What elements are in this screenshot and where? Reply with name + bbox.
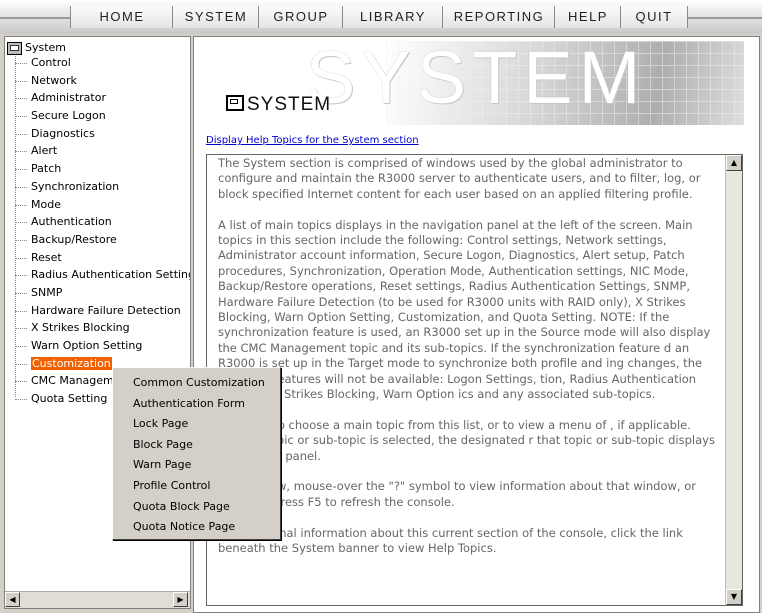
scroll-up-icon[interactable]: ▲: [726, 155, 742, 171]
menu-help[interactable]: HELP: [554, 6, 622, 28]
nav-item-label: Radius Authentication Setting: [31, 268, 191, 282]
context-menu-item-common-customization[interactable]: Common Customization: [113, 373, 280, 394]
description-paragraph: A list of main topics displays in the na…: [218, 217, 711, 402]
context-menu-list: Common Customization Authentication Form L…: [113, 368, 280, 538]
nav-item-patch[interactable]: Patch: [15, 160, 190, 178]
nav-item-label: Quota Setting: [31, 392, 108, 406]
nav-item-label: Backup/Restore: [31, 232, 117, 246]
description-textbox[interactable]: The System section is comprised of windo…: [206, 154, 743, 606]
nav-item-label: Synchronization: [31, 179, 120, 193]
menu-home[interactable]: HOME: [70, 6, 174, 28]
nav-item-authentication[interactable]: Authentication: [15, 213, 190, 231]
nav-item-backup-restore[interactable]: Backup/Restore: [15, 231, 190, 249]
scroll-left-icon[interactable]: ◀: [5, 592, 20, 607]
nav-item-label: Patch: [31, 162, 62, 176]
description-paragraph: any window, mouse-over the "?" symbol to…: [218, 479, 696, 509]
description-vertical-scrollbar[interactable]: ▲ ▼: [725, 155, 742, 605]
context-menu-item-quota-block-page[interactable]: Quota Block Page: [113, 497, 280, 518]
context-menu-item-warn-page[interactable]: Warn Page: [113, 455, 280, 476]
nav-item-administrator[interactable]: Administrator: [15, 89, 190, 107]
description-paragraph: The System section is comprised of windo…: [218, 156, 701, 201]
nav-item-x-strikes-blocking[interactable]: X Strikes Blocking: [15, 319, 190, 337]
nav-tree: Control Network Administrator Secure Logon D…: [15, 54, 191, 408]
scroll-down-icon[interactable]: ▼: [726, 589, 742, 605]
nav-root-label: System: [25, 41, 67, 54]
nav-item-label: Warn Option Setting: [31, 339, 143, 352]
system-banner: SYSTEM SYSTEM: [216, 41, 744, 125]
computer-icon: [7, 41, 22, 55]
nav-horizontal-scrollbar[interactable]: ◀ ▶: [5, 591, 190, 608]
nav-item-hardware-failure-detection[interactable]: Hardware Failure Detection: [15, 302, 190, 320]
nav-item-mode[interactable]: Mode: [15, 196, 190, 214]
nav-item-alert[interactable]: Alert: [15, 142, 190, 160]
nav-item-diagnostics[interactable]: Diagnostics: [15, 125, 190, 143]
description-paragraph: For additional information about this cu…: [218, 525, 683, 556]
menu-quit[interactable]: QUIT: [620, 6, 688, 28]
nav-item-label: Diagnostics: [31, 126, 95, 140]
context-menu-item-quota-notice-page[interactable]: Quota Notice Page: [113, 517, 280, 538]
computer-icon: [226, 95, 244, 111]
menu-group[interactable]: GROUP: [258, 6, 344, 28]
customization-context-menu: Common Customization Authentication Form L…: [112, 367, 281, 540]
nav-item-warn-option-setting[interactable]: Warn Option Setting: [15, 337, 190, 355]
description-paragraph: selection to choose a main topic from th…: [218, 417, 715, 463]
nav-item-label: Authentication: [31, 215, 112, 229]
help-topics-link[interactable]: Display Help Topics for the System secti…: [206, 135, 419, 146]
description-text: The System section is comprised of windo…: [218, 156, 718, 572]
nav-item-label: Secure Logon: [31, 109, 106, 123]
nav-item-label: Reset: [31, 250, 62, 264]
scroll-right-icon[interactable]: ▶: [173, 592, 188, 607]
nav-item-label: Network: [31, 73, 77, 87]
nav-item-label: X Strikes Blocking: [31, 321, 130, 335]
menu-reporting[interactable]: REPORTING: [442, 6, 556, 28]
nav-item-label: SNMP: [31, 285, 63, 299]
top-menu-bar: HOME SYSTEM GROUP LIBRARY REPORTING HELP…: [0, 0, 762, 34]
banner-title: SYSTEM: [226, 94, 331, 116]
menu-library[interactable]: LIBRARY: [342, 6, 444, 28]
nav-item-synchronization[interactable]: Synchronization: [15, 178, 190, 196]
nav-item-label: Customization: [31, 356, 112, 370]
nav-item-reset[interactable]: Reset: [15, 249, 190, 267]
context-menu-item-authentication-form[interactable]: Authentication Form: [113, 394, 280, 415]
nav-item-label: CMC Managem: [31, 374, 114, 388]
context-menu-item-profile-control[interactable]: Profile Control: [113, 476, 280, 497]
nav-item-label: Mode: [31, 197, 61, 211]
nav-item-snmp[interactable]: SNMP: [15, 284, 190, 302]
nav-item-label: Administrator: [31, 91, 106, 105]
context-menu-item-lock-page[interactable]: Lock Page: [113, 414, 280, 435]
nav-item-radius-authentication-setting[interactable]: Radius Authentication Setting: [15, 266, 191, 284]
nav-item-control[interactable]: Control: [15, 54, 190, 72]
context-menu-item-block-page[interactable]: Block Page: [113, 435, 280, 456]
nav-item-label: Control: [31, 56, 71, 69]
menu-system[interactable]: SYSTEM: [172, 6, 260, 28]
nav-item-label: Hardware Failure Detection: [31, 303, 181, 317]
banner-watermark: SYSTEM: [306, 41, 647, 119]
nav-item-secure-logon[interactable]: Secure Logon: [15, 107, 190, 125]
nav-item-network[interactable]: Network: [15, 72, 190, 90]
nav-item-label: Alert: [31, 144, 58, 158]
banner-title-text: SYSTEM: [247, 94, 332, 115]
